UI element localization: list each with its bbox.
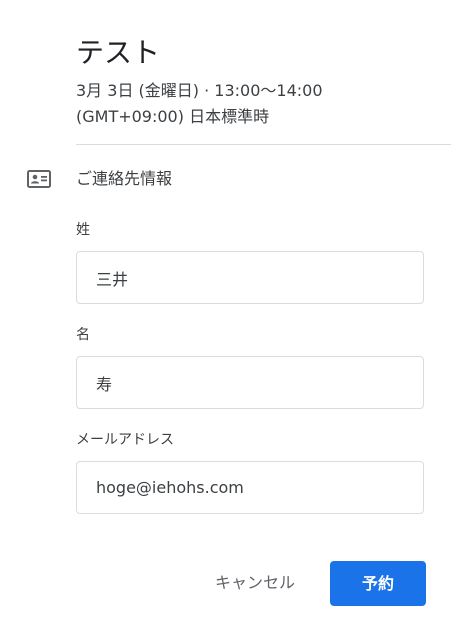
event-datetime: 3月 3日 (金曜日) · 13:00～14:00 [76,81,323,100]
email-field-box[interactable] [76,461,424,514]
section-divider [76,144,451,145]
contact-card-icon [27,170,51,188]
last-name-label: 姓 [76,222,90,238]
first-name-label: 名 [76,327,90,343]
last-name-input[interactable] [96,252,416,303]
first-name-field-box[interactable] [76,356,424,409]
email-input[interactable] [96,462,416,513]
email-label: メールアドレス [76,432,174,448]
contact-section-title: ご連絡先情報 [76,169,173,188]
first-name-input[interactable] [96,357,416,408]
event-title: テスト [76,36,161,69]
event-timezone: (GMT+09:00) 日本標準時 [76,107,270,126]
cancel-button[interactable]: キャンセル [198,560,312,606]
last-name-field-box[interactable] [76,251,424,304]
book-button[interactable]: 予約 [330,561,426,606]
booking-page: テスト 3月 3日 (金曜日) · 13:00～14:00 (GMT+09:00… [0,0,451,630]
